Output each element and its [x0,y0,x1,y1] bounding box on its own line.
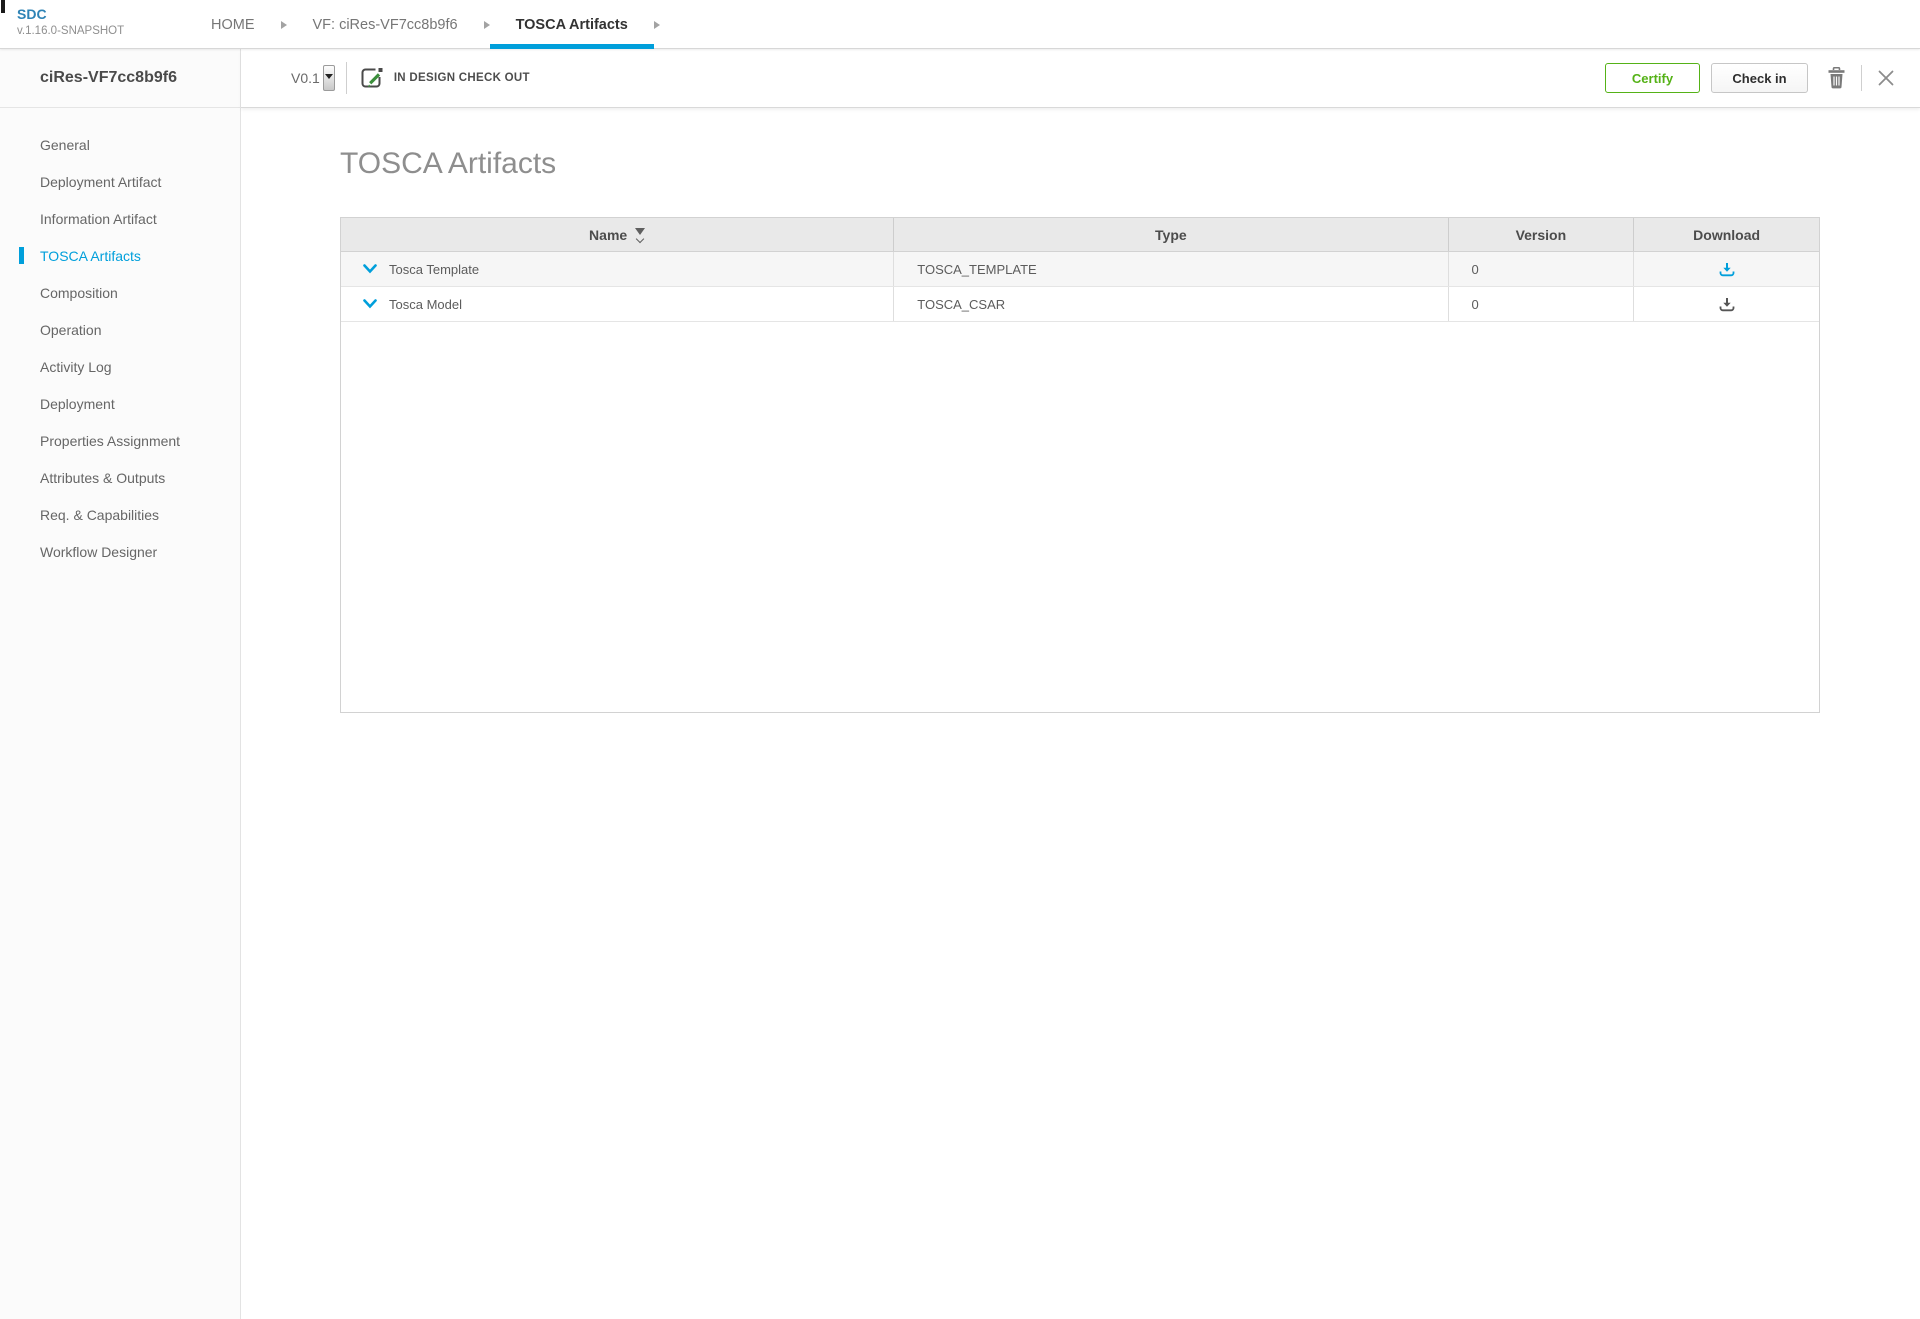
chevron-down-icon [325,74,333,79]
column-header-label: Name [589,227,627,243]
close-button[interactable] [1877,69,1895,87]
top-nav-bar: SDC v.1.16.0-SNAPSHOT HOME VF: ciRes-VF7… [0,0,1920,49]
download-button[interactable] [1719,297,1735,312]
sidebar-item-deployment-artifact[interactable]: Deployment Artifact [0,163,240,200]
version-dropdown[interactable]: V0.1 [291,65,335,91]
chevron-down-icon [363,264,377,274]
entity-name: ciRes-VF7cc8b9f6 [40,69,177,87]
sidebar-item-properties-assignment[interactable]: Properties Assignment [0,422,240,459]
divider [1861,65,1862,91]
action-bar: V0.1 IN DESIGN CHECK OUT Certify Check i… [241,49,1920,108]
table-row: Tosca Template TOSCA_TEMPLATE 0 [341,252,1819,287]
artifact-name: Tosca Model [389,297,462,312]
close-icon [1877,69,1895,87]
divider [346,62,347,94]
lifecycle-status-label: IN DESIGN CHECK OUT [394,72,530,84]
sidebar-item-label: TOSCA Artifacts [40,248,141,264]
column-header-name[interactable]: Name [341,218,894,251]
delete-button[interactable] [1827,67,1846,89]
expand-row-button[interactable] [363,264,377,274]
sort-filter-icon[interactable] [635,228,645,242]
artifact-type: TOSCA_TEMPLATE [894,252,1448,286]
sdc-logo: SDC v.1.16.0-SNAPSHOT [17,6,124,38]
lifecycle-status: IN DESIGN CHECK OUT [358,65,530,91]
sidebar-menu: General Deployment Artifact Information … [0,108,241,1319]
logo-version: v.1.16.0-SNAPSHOT [17,24,124,38]
sidebar-item-req-capabilities[interactable]: Req. & Capabilities [0,496,240,533]
artifacts-table: Name Type Version Download Tosca Templat… [340,217,1820,713]
sidebar-item-information-artifact[interactable]: Information Artifact [0,200,240,237]
toolbar-actions: Certify Check in [1605,63,1895,93]
sidebar-item-operation[interactable]: Operation [0,311,240,348]
artifact-version: 0 [1449,287,1635,321]
table-header-row: Name Type Version Download [341,218,1819,252]
version-spinner[interactable] [323,65,335,91]
trash-icon [1827,67,1846,89]
download-icon [1719,297,1735,312]
page-title: TOSCA Artifacts [340,146,1920,182]
tab-vf-cires[interactable]: VF: ciRes-VF7cc8b9f6 [287,0,484,49]
column-header-type: Type [894,218,1448,251]
tab-home[interactable]: HOME [185,0,281,49]
chevron-down-icon [636,234,644,242]
sidebar-item-attributes-outputs[interactable]: Attributes & Outputs [0,459,240,496]
caret-right-icon [654,21,660,29]
main-content: TOSCA Artifacts Name Type Version Downlo… [241,108,1920,1319]
expand-row-button[interactable] [363,299,377,309]
download-button[interactable] [1719,262,1735,277]
artifact-version: 0 [1449,252,1635,286]
active-indicator [19,247,24,264]
sidebar-item-deployment[interactable]: Deployment [0,385,240,422]
corner-mark [1,0,5,13]
tab-tosca-artifacts[interactable]: TOSCA Artifacts [490,0,654,49]
download-icon [1719,262,1735,277]
artifact-name: Tosca Template [389,262,479,277]
funnel-icon [635,228,645,235]
checkout-edit-icon [358,65,384,91]
chevron-down-icon [363,299,377,309]
sidebar-item-tosca-artifacts[interactable]: TOSCA Artifacts [0,237,240,274]
artifact-type: TOSCA_CSAR [894,287,1448,321]
sidebar-item-general[interactable]: General [0,126,240,163]
logo-title: SDC [17,6,124,24]
sidebar-item-composition[interactable]: Composition [0,274,240,311]
certify-button[interactable]: Certify [1605,63,1700,93]
version-label: V0.1 [291,70,320,86]
check-in-button[interactable]: Check in [1711,63,1808,93]
column-header-version: Version [1449,218,1635,251]
breadcrumb: HOME VF: ciRes-VF7cc8b9f6 TOSCA Artifact… [185,0,660,49]
sidebar-item-workflow-designer[interactable]: Workflow Designer [0,533,240,570]
column-header-download: Download [1634,218,1819,251]
entity-header: ciRes-VF7cc8b9f6 [0,49,241,108]
table-row: Tosca Model TOSCA_CSAR 0 [341,287,1819,322]
sidebar-item-activity-log[interactable]: Activity Log [0,348,240,385]
